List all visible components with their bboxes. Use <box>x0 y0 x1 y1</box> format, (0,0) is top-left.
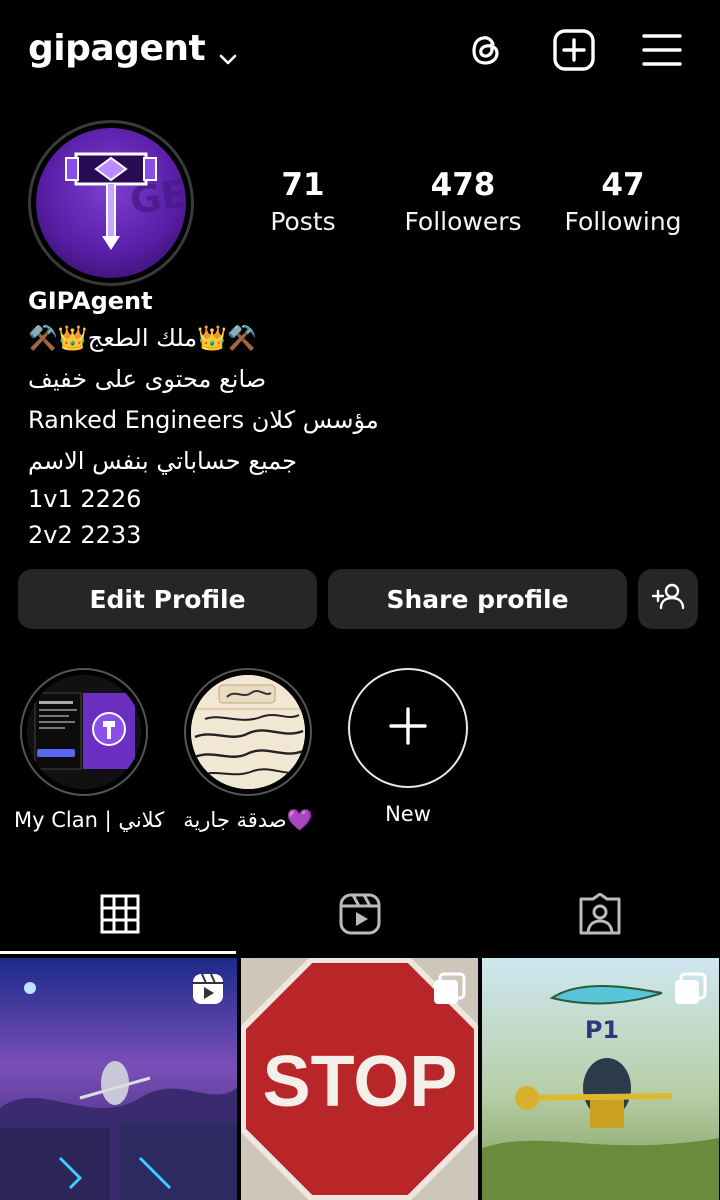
threads-icon[interactable] <box>464 28 508 72</box>
bio-line: مؤسس كلان Ranked Engineers <box>28 406 379 434</box>
bio-line: صانع محتوى على خفيف <box>28 365 267 393</box>
profile-bio: GIPAgent ⚒️👑ملك الطعج👑⚒️ صانع محتوى على … <box>28 284 688 554</box>
highlight-cover-ring <box>20 668 148 796</box>
highlight-my-clan[interactable]: My Clan | كلاني <box>14 668 165 832</box>
post-thumbnail[interactable] <box>0 958 237 1200</box>
highlight-label: My Clan | كلاني <box>14 808 165 832</box>
highlight-label: صدقة جارية💜 <box>183 808 313 832</box>
highlight-cover-image <box>27 675 141 789</box>
grid-icon <box>100 894 140 938</box>
tab-reels[interactable] <box>240 878 480 954</box>
highlight-sadaqa[interactable]: صدقة جارية💜 <box>178 668 318 833</box>
following-label: Following <box>564 207 682 236</box>
profile-tabs <box>0 878 720 954</box>
menu-icon[interactable] <box>640 28 684 72</box>
highlight-new[interactable]: New <box>338 668 478 826</box>
post-thumbnail[interactable]: P1 <box>482 958 719 1200</box>
share-profile-button[interactable]: Share profile <box>328 569 627 629</box>
add-person-icon <box>651 581 685 617</box>
posts-grid: STOP P1 <box>0 958 720 1200</box>
create-icon[interactable] <box>552 28 596 72</box>
posts-label: Posts <box>270 207 336 236</box>
edit-profile-button[interactable]: Edit Profile <box>18 569 317 629</box>
new-highlight-ring <box>348 668 468 788</box>
following-stat[interactable]: 47 Following <box>548 166 698 240</box>
profile-stats: 71 Posts 478 Followers 47 Following <box>228 166 698 240</box>
top-bar: gipagent <box>0 0 720 104</box>
followers-stat[interactable]: 478 Followers <box>388 166 538 240</box>
highlight-cover-image <box>191 675 305 789</box>
username: gipagent <box>28 28 206 69</box>
profile-actions: Edit Profile Share profile <box>18 569 700 629</box>
tab-tagged[interactable] <box>480 878 720 954</box>
discover-people-button[interactable] <box>638 569 698 629</box>
svg-text:STOP: STOP <box>263 1042 458 1122</box>
plus-icon <box>388 706 428 750</box>
post-thumbnail[interactable]: STOP <box>241 958 478 1200</box>
carousel-badge-icon <box>673 972 707 1006</box>
bio-line: جميع حساباتي بنفس الاسم <box>28 447 297 475</box>
profile-avatar[interactable]: GENT <box>28 120 194 286</box>
chevron-down-icon <box>217 38 239 64</box>
highlight-cover-ring <box>184 668 312 796</box>
followers-count: 478 <box>430 167 496 203</box>
svg-text:P1: P1 <box>585 1016 619 1044</box>
carousel-badge-icon <box>432 972 466 1006</box>
active-tab-indicator <box>0 951 236 954</box>
reel-badge-icon <box>191 972 225 1006</box>
bio-line: 1v1 2226 <box>28 485 142 513</box>
following-count: 47 <box>601 167 645 203</box>
bio-line: ⚒️👑ملك الطعج👑⚒️ <box>28 324 257 352</box>
tab-posts-grid[interactable] <box>0 878 240 954</box>
posts-count: 71 <box>281 167 325 203</box>
followers-label: Followers <box>404 207 522 236</box>
display-name: GIPAgent <box>28 287 153 315</box>
bio-line: 2v2 2233 <box>28 521 142 549</box>
reels-icon <box>339 893 381 939</box>
avatar-image: GENT <box>36 128 186 278</box>
account-switcher[interactable]: gipagent <box>28 28 239 69</box>
highlight-label: New <box>385 802 431 826</box>
tagged-person-icon <box>579 892 621 939</box>
posts-stat[interactable]: 71 Posts <box>228 166 378 240</box>
